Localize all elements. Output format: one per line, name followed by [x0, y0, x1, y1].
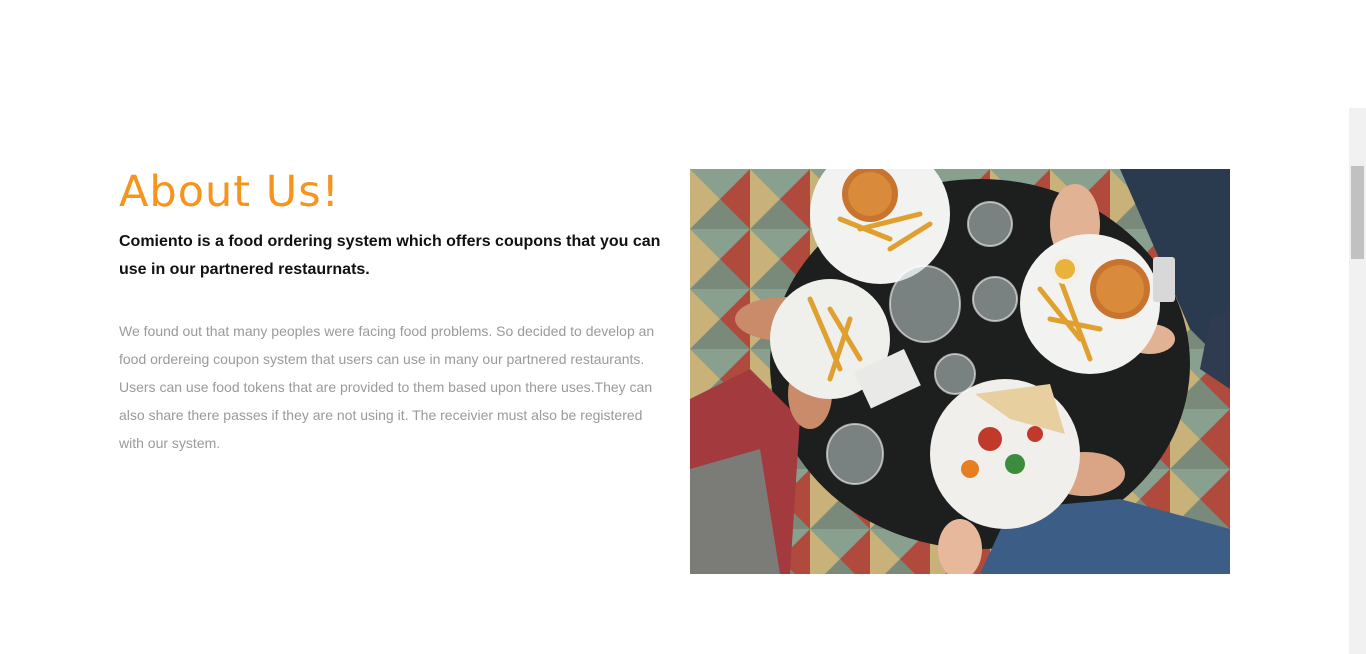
about-text-block: About Us! Comiento is a food ordering sy… [119, 166, 664, 457]
scrollbar-thumb[interactable] [1351, 166, 1364, 259]
about-title: About Us! [119, 167, 340, 217]
page-scrollbar[interactable] [1349, 108, 1366, 654]
about-photo [690, 169, 1230, 574]
about-body: We found out that many peoples were faci… [119, 323, 655, 451]
about-lead: Comiento is a food ordering system which… [119, 233, 661, 278]
about-section: About Us! Comiento is a food ordering sy… [0, 0, 1366, 654]
food-table-image [690, 169, 1230, 574]
